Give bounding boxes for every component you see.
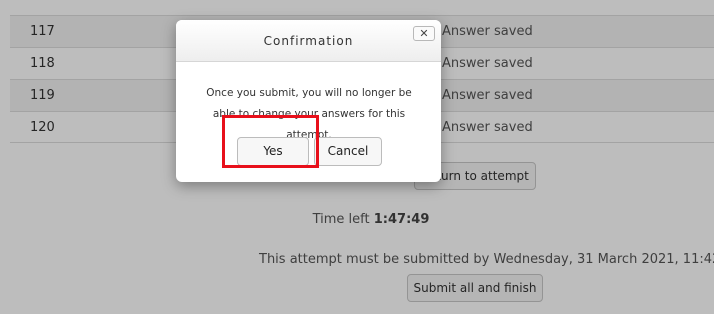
close-icon: ✕ bbox=[419, 27, 429, 40]
cancel-button[interactable]: Cancel bbox=[314, 137, 382, 166]
dialog-header: Confirmation ✕ bbox=[176, 20, 441, 62]
highlight-annotation bbox=[222, 115, 319, 168]
dialog-title: Confirmation bbox=[263, 34, 354, 48]
close-button[interactable]: ✕ bbox=[413, 26, 435, 41]
